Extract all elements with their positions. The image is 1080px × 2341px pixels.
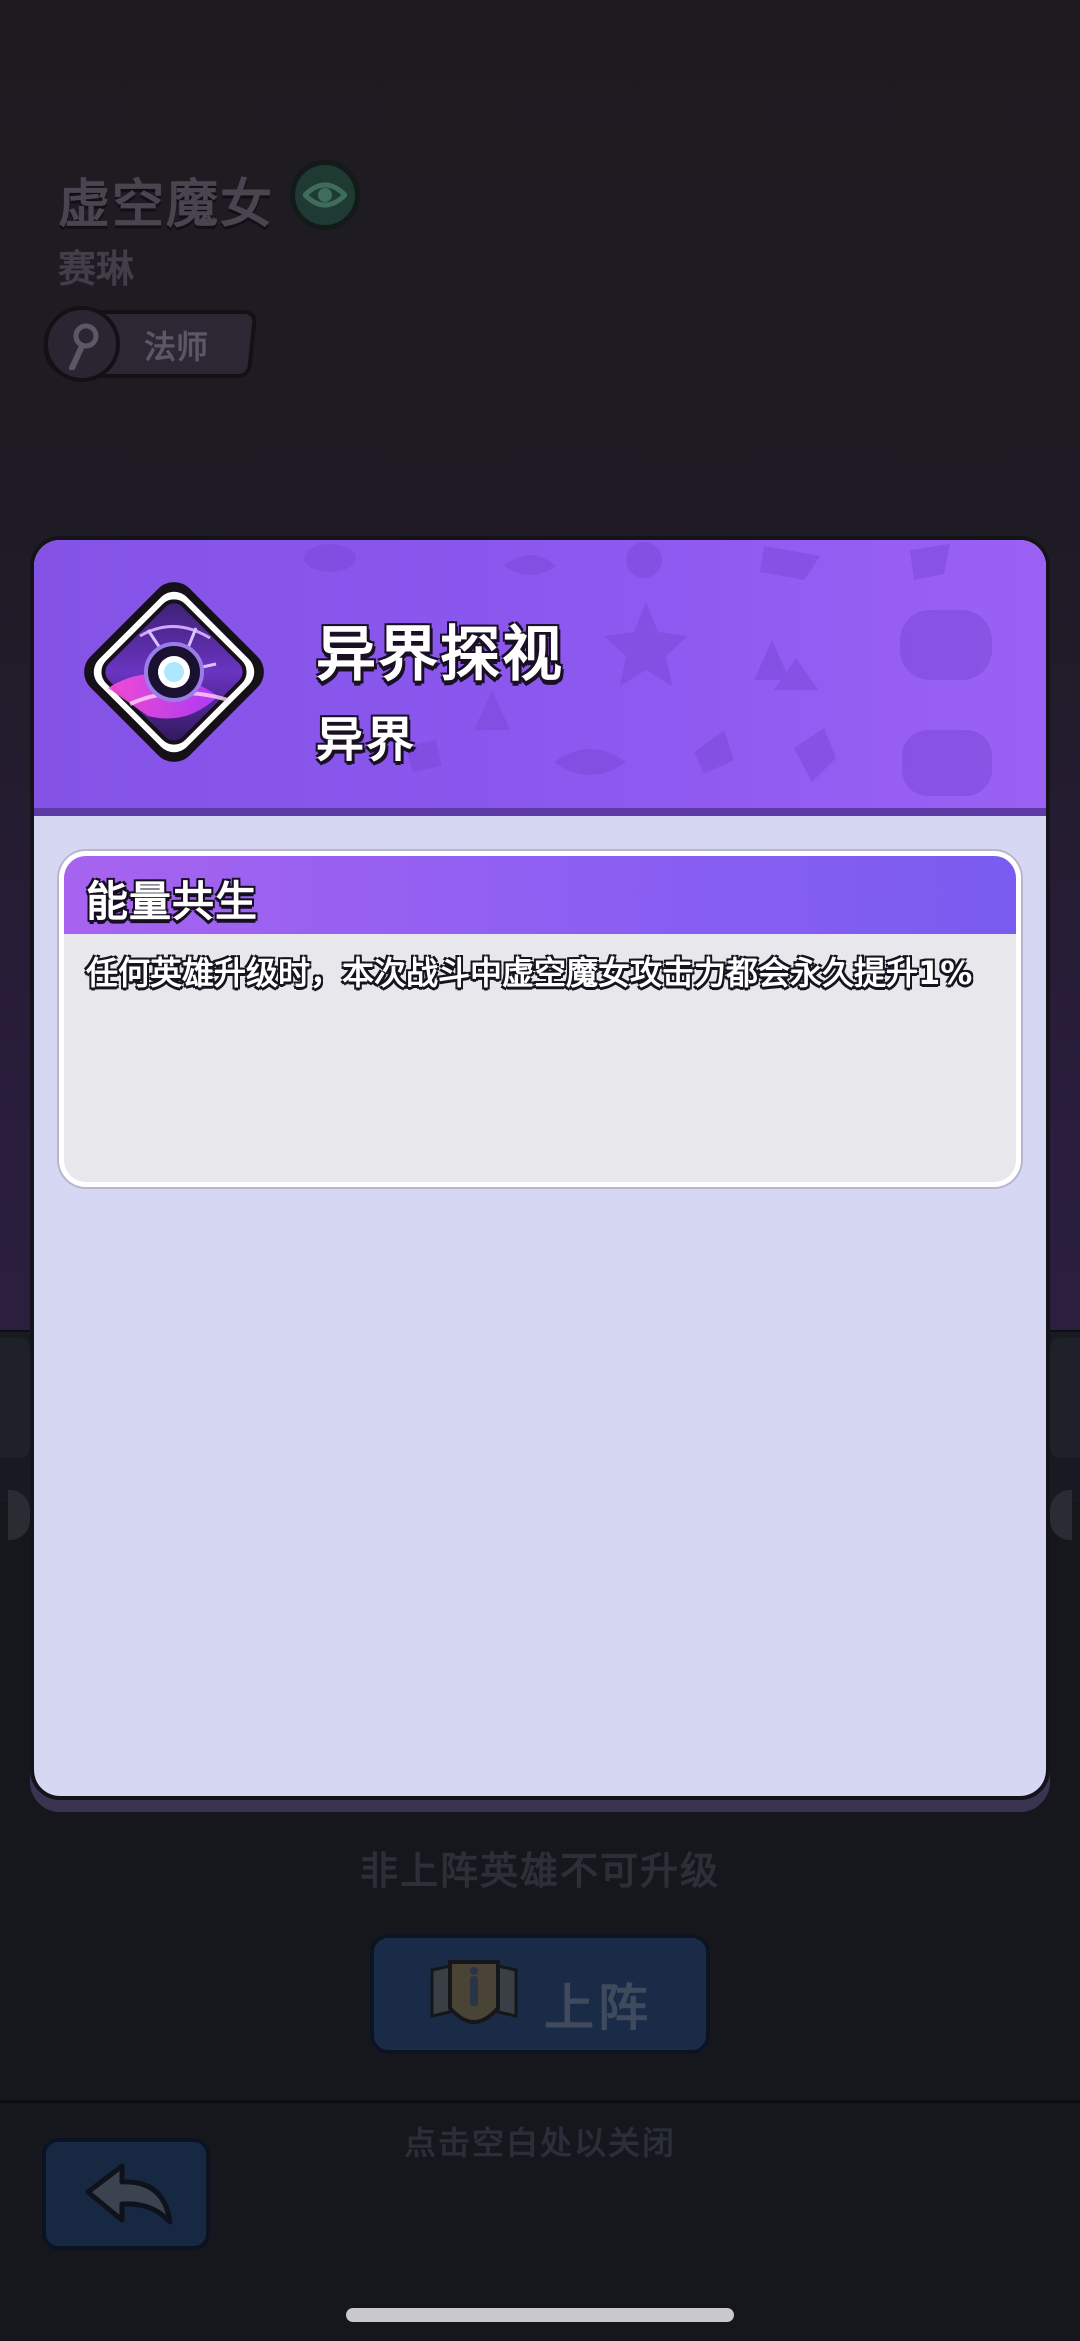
back-button[interactable]: [42, 2138, 210, 2250]
effect-header: 能量共生: [64, 856, 1016, 934]
home-indicator[interactable]: [346, 2308, 734, 2322]
eye-emblem-icon: [290, 160, 360, 230]
effect-description: 任何英雄升级时，本次战斗中虚空魔女攻击力都会永久提升1%: [86, 954, 973, 992]
upgrade-lock-hint: 非上阵英雄不可升级: [359, 1849, 720, 1893]
skill-detail-modal: 异界探视 异界 能量共生 任何英雄升级时，本次战斗中虚空魔女攻击力都会永久提升1…: [34, 540, 1046, 1796]
background-left-tab: [0, 1338, 30, 1458]
staff-icon: [44, 306, 120, 382]
background-right-tab: [1050, 1338, 1080, 1458]
hero-name: 虚空魔女: [58, 175, 275, 235]
modal-header: 异界探视 异界: [34, 540, 1046, 816]
effect-card: 能量共生 任何英雄升级时，本次战斗中虚空魔女攻击力都会永久提升1%: [64, 856, 1016, 1182]
hero-subtitle: 赛琳: [58, 247, 135, 291]
deploy-label: 上阵: [544, 1979, 652, 2037]
skill-title: 异界探视: [316, 620, 564, 690]
skill-category: 异界: [316, 712, 417, 768]
effect-title: 能量共生: [86, 877, 259, 926]
role-label: 法师: [144, 328, 209, 366]
void-eye-icon: [84, 582, 264, 762]
deploy-button[interactable]: 上阵: [370, 1934, 710, 2054]
back-arrow-icon: [85, 2163, 173, 2225]
divider: [0, 2100, 1080, 2103]
shield-icon: [430, 1960, 518, 2024]
